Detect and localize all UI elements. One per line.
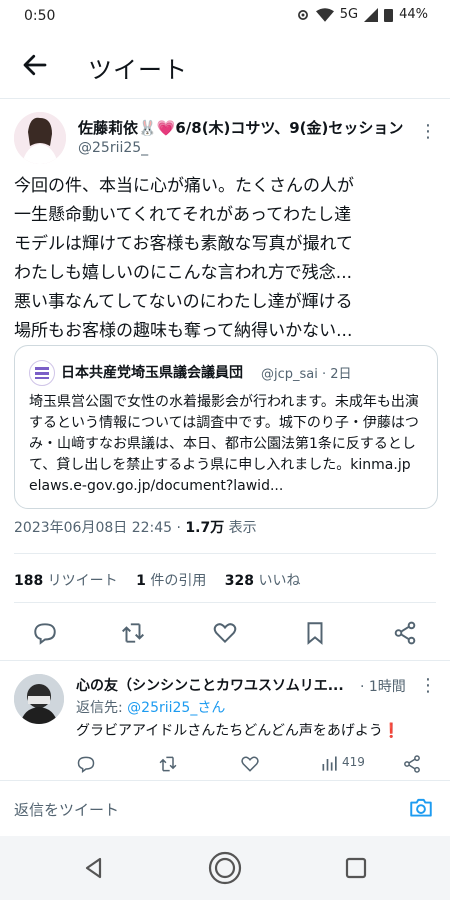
status-icons: 5G 44% bbox=[296, 7, 428, 22]
reply-views-count: 419 bbox=[342, 755, 365, 769]
signal-icon bbox=[364, 7, 379, 22]
divider bbox=[14, 602, 436, 603]
timestamp-text: 2023年06月08日 22:45 · bbox=[14, 520, 186, 536]
back-arrow-icon[interactable] bbox=[20, 50, 50, 80]
wifi-icon bbox=[315, 7, 334, 22]
views-chart-icon[interactable] bbox=[320, 754, 340, 774]
tweet-actions bbox=[0, 620, 450, 648]
share-icon[interactable] bbox=[392, 620, 418, 646]
like-heart-icon[interactable] bbox=[212, 620, 238, 646]
system-nav-bar bbox=[0, 836, 450, 900]
status-time: 0:50 bbox=[24, 8, 56, 24]
settings-gear-icon bbox=[297, 9, 308, 20]
reply-icon[interactable] bbox=[32, 620, 58, 646]
quote-text: 埼玉県営公園で女性の水着撮影会が行われます。未成年も出演するという情報については… bbox=[29, 394, 425, 494]
retweet-icon[interactable] bbox=[120, 620, 146, 646]
more-options-icon[interactable]: ⋮ bbox=[418, 122, 438, 142]
reply-to-handle[interactable]: @25rii25_さん bbox=[127, 700, 225, 716]
reply-time: · 1時間 bbox=[360, 679, 406, 695]
share-icon[interactable] bbox=[402, 754, 422, 774]
tweet-timestamp: 2023年06月08日 22:45 · 1.7万 表示 bbox=[14, 517, 257, 537]
bookmark-icon[interactable] bbox=[302, 620, 328, 646]
divider bbox=[14, 553, 436, 554]
author-handle[interactable]: @25rii25_ bbox=[78, 140, 148, 156]
battery-icon bbox=[384, 8, 394, 22]
status-bar: 0:50 5G 44% bbox=[0, 0, 450, 32]
reply-to: 返信先: @25rii25_さん bbox=[76, 700, 226, 716]
nav-back-icon[interactable] bbox=[76, 850, 112, 886]
tweet-stats: 188 リツイート 1 件の引用 328 いいね bbox=[14, 570, 300, 590]
reply-composer[interactable]: 返信をツイート bbox=[0, 780, 450, 837]
reply-actions: 419 bbox=[76, 754, 436, 776]
quote-author-name: 日本共産党埼玉県議会議員団 bbox=[61, 365, 243, 381]
author-name[interactable]: 佐藤莉依🐰💗6/8(木)コサツ、9(金)セッション bbox=[78, 117, 403, 138]
network-type: 5G bbox=[339, 7, 359, 22]
quote-tweet[interactable]: 日本共産党埼玉県議会議員団 @jcp_sai · 2日 埼玉県営公園で女性の水着… bbox=[14, 345, 438, 509]
tweet-text: 今回の件、本当に心が痛い。たくさんの人が 一生懸命動いてくれてそれがあってわたし… bbox=[14, 176, 354, 341]
reply-author-avatar[interactable] bbox=[14, 674, 64, 724]
quote-author-avatar bbox=[29, 360, 55, 386]
nav-home-icon[interactable] bbox=[207, 850, 243, 886]
retweets-stat[interactable]: 188 リツイート bbox=[14, 573, 118, 589]
quotes-stat[interactable]: 1 件の引用 bbox=[136, 573, 206, 589]
header-divider bbox=[0, 98, 450, 99]
divider bbox=[0, 660, 450, 661]
views-count: 1.7万 bbox=[185, 520, 225, 536]
likes-stat[interactable]: 328 いいね bbox=[225, 573, 301, 589]
author-avatar[interactable] bbox=[14, 112, 66, 164]
reply-more-options-icon[interactable]: ⋮ bbox=[418, 676, 438, 696]
battery-level: 44% bbox=[399, 7, 428, 22]
views-label: 表示 bbox=[224, 520, 257, 536]
quote-author-handle: @jcp_sai · 2日 bbox=[261, 367, 352, 382]
reply-text: グラビアアイドルさんたちどんどん声をあげよう❗ bbox=[76, 723, 401, 739]
retweet-icon[interactable] bbox=[158, 754, 178, 774]
camera-icon[interactable] bbox=[408, 795, 434, 821]
page-title: ツイート bbox=[88, 56, 188, 84]
reply-input[interactable]: 返信をツイート bbox=[14, 799, 119, 820]
nav-recents-icon[interactable] bbox=[338, 850, 374, 886]
reply-icon[interactable] bbox=[76, 754, 96, 774]
header: ツイート bbox=[0, 40, 450, 94]
like-heart-icon[interactable] bbox=[240, 754, 260, 774]
reply-author-name[interactable]: 心の友（シンシンことカワユスソムリエ... bbox=[76, 675, 344, 695]
